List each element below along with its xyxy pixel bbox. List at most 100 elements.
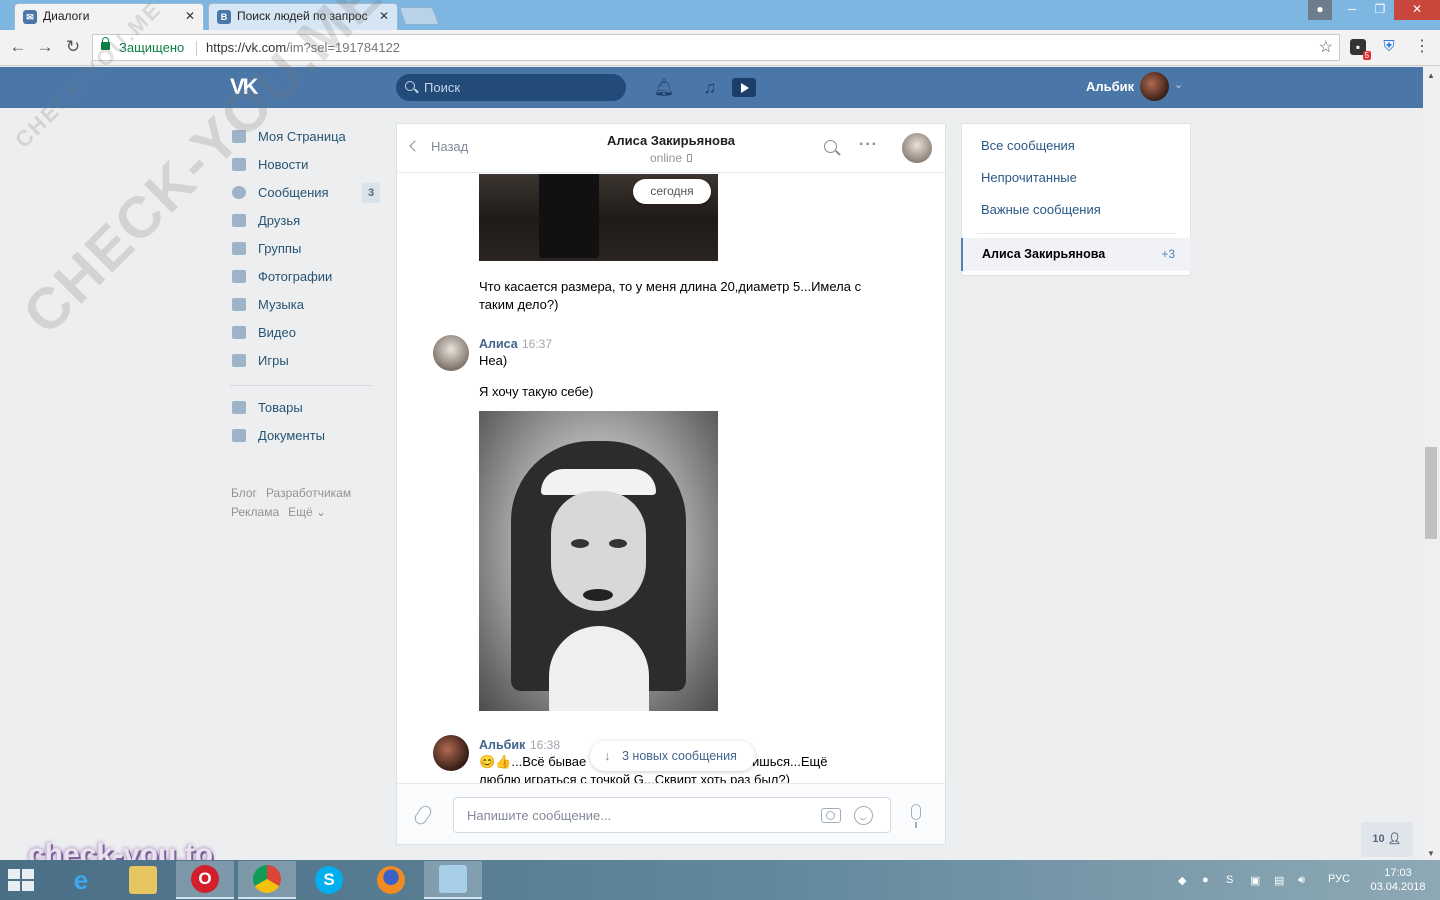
vk-header: VK Поиск 🔔︎ ♫ Альбик ⌄ <box>0 67 1423 108</box>
menu-item-documents[interactable]: Документы <box>230 422 380 450</box>
menu-item-friends[interactable]: Друзья <box>230 207 380 235</box>
network-icon[interactable]: ▤ <box>1274 874 1284 887</box>
search-input[interactable]: Поиск <box>396 74 626 101</box>
extension-badge: 5 <box>1362 51 1371 60</box>
tab-dialogs[interactable]: ✉ Диалоги ✕ <box>14 3 204 30</box>
menu-item-groups[interactable]: Группы <box>230 235 380 263</box>
microphone-icon[interactable] <box>911 804 921 828</box>
photo-attachment[interactable] <box>479 411 718 711</box>
filter-all-messages[interactable]: Все сообщения <box>981 138 1075 153</box>
emoji-icon[interactable] <box>854 806 873 825</box>
header-avatar[interactable] <box>1140 72 1169 101</box>
vk-favicon-icon: В <box>217 10 231 24</box>
footer-link-developers[interactable]: Разработчикам <box>266 486 351 500</box>
menu-item-photos[interactable]: Фотографии <box>230 263 380 291</box>
taskbar-app[interactable] <box>424 861 482 899</box>
more-options-icon[interactable]: ··· <box>859 136 878 154</box>
music-note-icon[interactable]: ♫ <box>699 77 721 99</box>
browser-tab-bar: ✉ Диалоги ✕ В Поиск людей по запрос ✕ ● … <box>0 0 1440 30</box>
camera-icon <box>232 270 246 283</box>
message-avatar[interactable] <box>433 335 469 371</box>
scrollbar-thumb[interactable] <box>1425 447 1437 539</box>
page-scrollbar[interactable]: ▲ ▼ <box>1423 67 1440 860</box>
footer-link-ads[interactable]: Реклама <box>231 505 279 519</box>
photo-figure <box>539 174 599 258</box>
menu-item-news[interactable]: Новости <box>230 151 380 179</box>
play-icon[interactable] <box>732 78 756 97</box>
new-messages-button[interactable]: ↓ 3 новых сообщения <box>590 741 755 771</box>
chrome-icon <box>253 865 281 893</box>
language-indicator[interactable]: РУС <box>1328 873 1350 885</box>
message-avatar[interactable] <box>433 735 469 771</box>
message-text: ишься...Ещё <box>752 754 828 769</box>
system-clock[interactable]: 17:03 03.04.2018 <box>1368 866 1428 894</box>
taskbar-ie[interactable]: e <box>52 861 110 899</box>
bookmark-star-icon[interactable]: ☆ <box>1319 37 1333 57</box>
minimize-button[interactable]: ─ <box>1338 0 1366 20</box>
extension-icon[interactable]: ▪ 5 <box>1350 39 1371 60</box>
active-dialog[interactable]: Алиса Закирьянова +3 <box>961 238 1191 271</box>
menu-item-messages[interactable]: Сообщения 3 <box>230 179 380 207</box>
scroll-down-icon[interactable]: ▼ <box>1427 849 1435 858</box>
chat-panel: Назад Алиса Закирьянова online ··· сегод… <box>396 123 946 845</box>
omnibox[interactable]: Защищено https://vk.com/im?sel=191784122… <box>92 34 1340 61</box>
composer <box>397 783 945 844</box>
taskbar-skype[interactable]: S <box>300 861 358 899</box>
address-bar: ← → ↻ Защищено https://vk.com/im?sel=191… <box>0 30 1440 66</box>
online-friends-count: 10 <box>1372 833 1385 845</box>
menu-item-video[interactable]: Видео <box>230 319 380 347</box>
dialog-filters-panel: Все сообщения Непрочитанные Важные сообщ… <box>961 123 1191 276</box>
close-tab-icon[interactable]: ✕ <box>185 4 195 29</box>
footer-link-more[interactable]: Ещё ⌄ <box>288 505 326 519</box>
close-window-button[interactable]: ✕ <box>1394 0 1440 20</box>
chevron-down-icon[interactable]: ⌄ <box>1174 78 1183 91</box>
tray-icon[interactable]: ▣ <box>1250 874 1260 887</box>
menu-item-games[interactable]: Игры <box>230 347 380 375</box>
taskbar-firefox[interactable] <box>362 861 420 899</box>
new-tab-button[interactable] <box>398 7 440 25</box>
profile-icon[interactable]: ● <box>1308 0 1332 20</box>
taskbar-explorer[interactable] <box>114 861 172 899</box>
volume-icon[interactable]: 🔊︎ <box>1298 874 1305 887</box>
forward-arrow-icon[interactable]: → <box>33 36 57 60</box>
menu-item-my-page[interactable]: Моя Страница <box>230 123 380 151</box>
news-icon <box>232 158 246 171</box>
skype-tray-icon[interactable]: S <box>1226 874 1233 886</box>
taskbar-chrome[interactable] <box>238 861 296 899</box>
message-author[interactable]: Алиса <box>479 337 518 351</box>
attach-icon[interactable] <box>412 803 434 827</box>
message-history[interactable]: сегодня Что касается размера, то у меня … <box>397 174 945 783</box>
message-author[interactable]: Альбик <box>479 738 525 752</box>
tray-icon[interactable]: ◆ <box>1178 874 1186 887</box>
close-tab-icon[interactable]: ✕ <box>379 4 389 29</box>
online-friends-widget[interactable]: 10 👤︎ <box>1361 822 1413 857</box>
footer-link-blog[interactable]: Блог <box>231 486 257 500</box>
message-text: Я хочу такую себе) <box>479 384 594 399</box>
chat-search-icon[interactable] <box>824 140 837 153</box>
windows-start-icon[interactable] <box>8 869 36 893</box>
scroll-up-icon[interactable]: ▲ <box>1427 71 1435 80</box>
bell-icon[interactable]: 🔔︎ <box>653 77 675 99</box>
browser-menu-icon[interactable]: ⋮ <box>1414 38 1430 56</box>
tab-people-search[interactable]: В Поиск людей по запрос ✕ <box>208 3 398 30</box>
filter-important[interactable]: Важные сообщения <box>981 202 1101 217</box>
taskbar-opera[interactable]: O <box>176 861 234 899</box>
tray-icon[interactable]: ● <box>1202 874 1209 886</box>
vk-logo[interactable]: VK <box>230 75 266 99</box>
camera-icon[interactable] <box>821 808 841 823</box>
omnibox-divider <box>196 41 197 56</box>
menu-item-music[interactable]: Музыка <box>230 291 380 319</box>
filter-unread[interactable]: Непрочитанные <box>981 170 1077 185</box>
header-user-name[interactable]: Альбик <box>1086 79 1134 94</box>
peer-avatar[interactable] <box>902 133 932 163</box>
url-text[interactable]: https://vk.com/im?sel=191784122 <box>206 40 400 55</box>
start-tile <box>22 881 34 891</box>
messages-count-badge: 3 <box>362 183 380 203</box>
start-tile <box>22 869 34 879</box>
firefox-icon <box>377 866 405 894</box>
menu-item-goods[interactable]: Товары <box>230 394 380 422</box>
shield-extension-icon[interactable]: ⛨ <box>1381 39 1397 55</box>
restore-button[interactable]: ❐ <box>1366 0 1394 20</box>
reload-icon[interactable]: ↻ <box>61 36 85 60</box>
back-arrow-icon[interactable]: ← <box>6 36 30 60</box>
